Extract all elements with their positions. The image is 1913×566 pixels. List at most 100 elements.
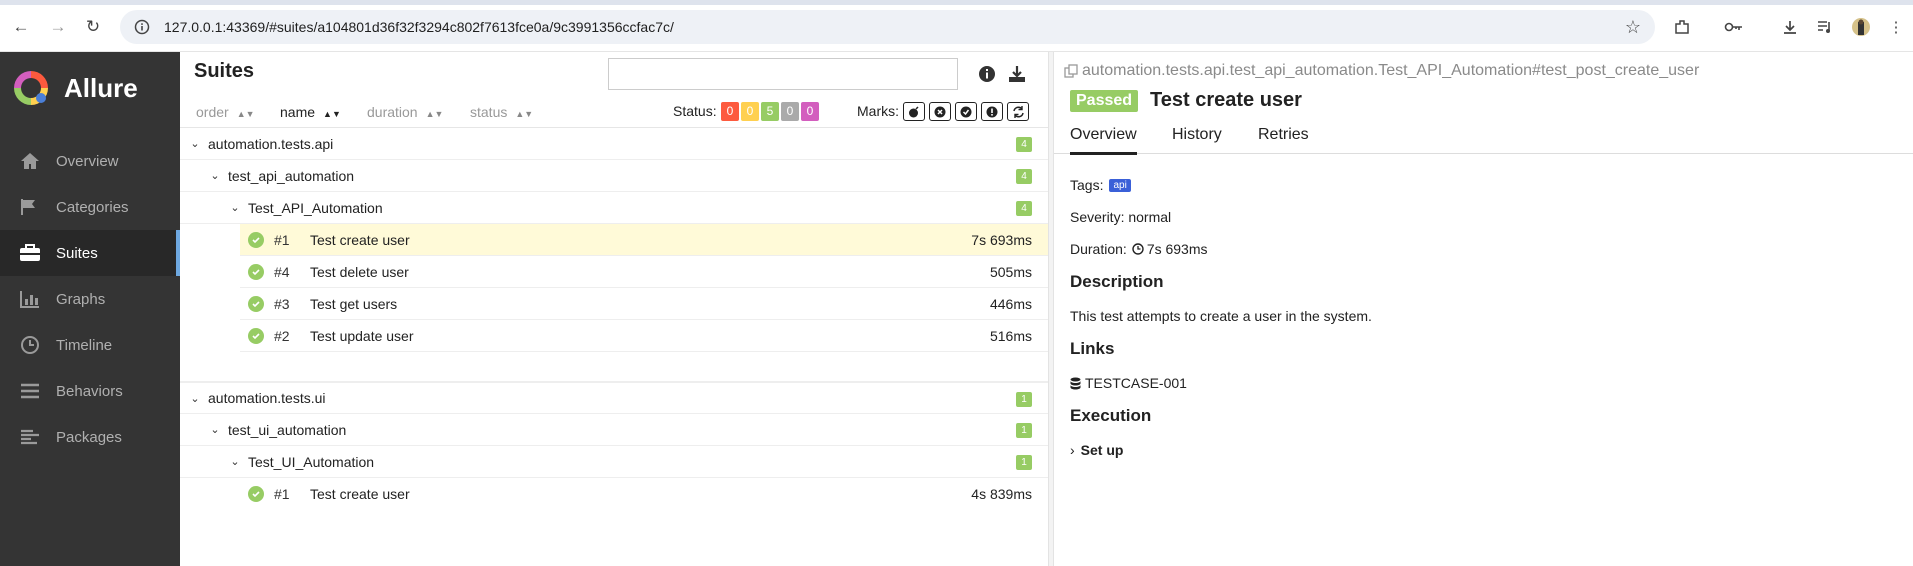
site-info-icon[interactable] — [134, 19, 150, 35]
duration-value: 7s 693ms — [1146, 241, 1208, 257]
group-spacer — [180, 352, 1048, 382]
test-row[interactable]: #3 Test get users 446ms — [240, 288, 1048, 320]
download-icon[interactable] — [1007, 64, 1027, 84]
more-menu-icon[interactable]: ⋮ — [1886, 17, 1906, 37]
count-badge: 4 — [1016, 137, 1032, 152]
link-text[interactable]: TESTCASE-001 — [1085, 375, 1187, 391]
test-details-pane: automation.tests.api.test_api_automation… — [1054, 52, 1913, 566]
sort-status[interactable]: status ▲▼ — [470, 104, 533, 120]
count-badge: 1 — [1016, 423, 1032, 438]
test-name: Test get users — [310, 295, 398, 312]
tab-history[interactable]: History — [1172, 126, 1222, 144]
group-name: Test_UI_Automation — [248, 453, 375, 470]
duration-label: Duration: — [1070, 241, 1127, 257]
clock-icon — [1132, 243, 1144, 255]
test-row[interactable]: #1 Test create user 7s 693ms — [240, 224, 1048, 256]
sidebar-item-packages[interactable]: Packages — [0, 414, 180, 460]
url-text[interactable]: 127.0.0.1:43369/#suites/a104801d36f32f32… — [164, 19, 674, 35]
count-badge: 4 — [1016, 169, 1032, 184]
test-number: #1 — [274, 486, 290, 502]
chevron-right-icon: › — [1070, 442, 1075, 458]
test-duration: 7s 693ms — [971, 232, 1032, 248]
tree-group-row[interactable]: ⌄ test_api_automation 4 — [180, 160, 1048, 192]
tab-strip-edge — [0, 0, 1913, 5]
tree-group-row[interactable]: ⌄ Test_UI_Automation 1 — [180, 446, 1048, 478]
forward-icon[interactable]: → — [47, 16, 69, 38]
status-skipped-badge[interactable]: 0 — [781, 102, 799, 121]
password-key-icon[interactable] — [1724, 17, 1744, 37]
profile-avatar[interactable] — [1851, 17, 1871, 37]
count-badge: 1 — [1016, 392, 1032, 407]
clock-icon — [18, 335, 42, 355]
mark-new-failed-icon[interactable] — [929, 102, 951, 121]
sidebar-item-behaviors[interactable]: Behaviors — [0, 368, 180, 414]
sidebar-item-overview[interactable]: Overview — [0, 138, 180, 184]
mark-new-broken-icon[interactable] — [981, 102, 1003, 121]
sort-order[interactable]: order ▲▼ — [196, 104, 255, 120]
test-row[interactable]: #2 Test update user 516ms — [240, 320, 1048, 352]
test-path-text: automation.tests.api.test_api_automation… — [1082, 62, 1700, 79]
group-name: automation.tests.ui — [208, 390, 326, 406]
mark-retries-icon[interactable] — [1007, 102, 1029, 121]
setup-toggle[interactable]: › Set up — [1070, 442, 1123, 458]
link-item[interactable]: TESTCASE-001 — [1070, 375, 1187, 391]
sort-name[interactable]: name ▲▼ — [280, 104, 341, 120]
search-input[interactable] — [608, 58, 958, 90]
test-duration: 516ms — [989, 328, 1032, 344]
sort-icon: ▲▼ — [323, 109, 341, 119]
brand[interactable]: Allure — [0, 52, 180, 124]
address-bar[interactable]: 127.0.0.1:43369/#suites/a104801d36f32f32… — [120, 10, 1655, 44]
tree-group-row[interactable]: ⌄ automation.tests.ui 1 — [180, 382, 1048, 414]
tree-group-row[interactable]: ⌄ Test_API_Automation 4 — [180, 192, 1048, 224]
sidebar-item-graphs[interactable]: Graphs — [0, 276, 180, 322]
mark-flaky-icon[interactable] — [903, 102, 925, 121]
back-icon[interactable]: ← — [10, 16, 32, 38]
status-badge: Passed — [1070, 90, 1139, 112]
test-row[interactable]: #1 Test create user 4s 839ms — [240, 478, 1048, 510]
status-broken-badge[interactable]: 0 — [741, 102, 759, 121]
home-icon — [18, 151, 42, 171]
group-name: automation.tests.api — [208, 135, 334, 152]
suite-tree: ⌄ automation.tests.api 4 ⌄ test_api_auto… — [180, 128, 1048, 510]
media-queue-icon[interactable] — [1815, 17, 1835, 37]
chevron-down-icon: ⌄ — [190, 138, 200, 150]
sidebar-item-suites[interactable]: Suites — [0, 230, 180, 276]
sort-label: order — [196, 104, 229, 120]
brand-name: Allure — [64, 72, 138, 103]
test-number: #2 — [274, 327, 290, 344]
briefcase-icon — [18, 243, 42, 263]
count-badge: 1 — [1016, 455, 1032, 470]
passed-check-icon — [248, 486, 264, 502]
status-passed-badge[interactable]: 5 — [761, 102, 779, 121]
reload-icon[interactable]: ↻ — [82, 16, 104, 38]
sort-duration[interactable]: duration ▲▼ — [367, 104, 443, 120]
tree-group-row[interactable]: ⌄ automation.tests.api 4 — [180, 128, 1048, 160]
chevron-down-icon: ⌄ — [190, 392, 200, 405]
sidebar-item-label: Suites — [56, 244, 98, 262]
tab-overview[interactable]: Overview — [1070, 126, 1137, 155]
tree-group-row[interactable]: ⌄ test_ui_automation 1 — [180, 414, 1048, 446]
download-icon[interactable] — [1780, 17, 1800, 37]
align-left-icon — [18, 427, 42, 447]
extensions-icon[interactable] — [1672, 17, 1692, 37]
bar-chart-icon — [18, 289, 42, 309]
status-unknown-badge[interactable]: 0 — [801, 102, 819, 121]
mark-new-passed-icon[interactable] — [955, 102, 977, 121]
test-row[interactable]: #4 Test delete user 505ms — [240, 256, 1048, 288]
status-failed-badge[interactable]: 0 — [721, 102, 739, 121]
description-heading: Description — [1070, 272, 1164, 291]
sort-label: name — [280, 104, 316, 120]
bookmark-star-icon[interactable]: ☆ — [1625, 17, 1641, 38]
chevron-down-icon: ⌄ — [230, 202, 240, 214]
passed-check-icon — [248, 263, 264, 280]
tags-label: Tags: — [1070, 177, 1104, 193]
copy-icon[interactable] — [1064, 64, 1078, 78]
sidebar-item-timeline[interactable]: Timeline — [0, 322, 180, 368]
tab-retries[interactable]: Retries — [1258, 126, 1309, 144]
sidebar-item-label: Behaviors — [56, 382, 123, 400]
group-name: test_api_automation — [228, 167, 355, 184]
sidebar-item-categories[interactable]: Categories — [0, 184, 180, 230]
tag-badge[interactable]: api — [1109, 178, 1131, 192]
info-icon[interactable] — [977, 64, 997, 84]
sidebar: Allure Overview Categories Suites Graphs… — [0, 52, 180, 566]
